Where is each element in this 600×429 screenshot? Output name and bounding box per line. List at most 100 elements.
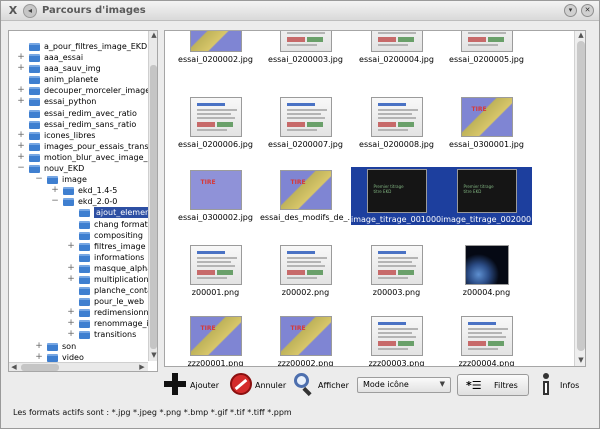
expand-icon[interactable]: + xyxy=(51,185,59,196)
thumbnail-item[interactable]: TIRE essai_des_modifs_de_... xyxy=(260,167,351,223)
show-button[interactable]: Afficher xyxy=(292,371,350,399)
tree-item[interactable]: essai_redim_avec_ratio xyxy=(9,108,147,119)
thumbnail-item[interactable]: Premier titrage titre EKD image_titrage_0… xyxy=(441,167,532,225)
close-icon[interactable]: ✕ xyxy=(581,4,594,17)
tree-item[interactable]: a_pour_filtres_image_EKD xyxy=(9,41,147,52)
scroll-left-icon[interactable]: ◀ xyxy=(9,363,19,371)
thumbnail-caption: essai_0200008.jpg xyxy=(359,140,434,149)
tree-item[interactable]: planche_contac xyxy=(9,285,156,296)
scroll-up-icon[interactable]: ▲ xyxy=(149,31,157,39)
image-browser-window: X ◂ Parcours d'images ▾ ✕ a_pour_filtres… xyxy=(0,0,600,429)
expand-icon[interactable]: + xyxy=(17,85,25,96)
tree-item[interactable]: − ekd_2.0-0 xyxy=(9,196,147,207)
tree-vertical-scrollbar[interactable]: ▲ ▼ xyxy=(148,31,157,361)
expand-icon[interactable]: + xyxy=(17,130,25,141)
tree-item[interactable]: + aaa_essai xyxy=(9,52,147,63)
thumbnail-item[interactable]: TIRE essai_0300002.jpg xyxy=(170,167,261,223)
collapse-icon[interactable]: − xyxy=(35,174,43,185)
expand-icon[interactable]: + xyxy=(17,96,25,107)
tree-item[interactable]: + multiplication_ir xyxy=(9,274,157,285)
expand-icon[interactable]: + xyxy=(35,352,43,363)
tree-item[interactable]: + masque_alpha_ xyxy=(9,263,156,274)
folder-icon xyxy=(47,353,58,362)
expand-icon[interactable]: + xyxy=(17,152,25,163)
tree-item[interactable]: ajout_elements xyxy=(9,207,157,219)
thumbnail-item[interactable]: essai_0200003.jpg xyxy=(260,31,351,65)
tree-item[interactable]: anim_planete xyxy=(9,74,147,85)
thumbnail-item[interactable]: z00004.png xyxy=(441,242,532,298)
expand-icon[interactable]: + xyxy=(67,307,75,318)
tree-item-label: anim_planete xyxy=(44,75,99,85)
thumbnail-item[interactable]: zzz00004.png xyxy=(441,313,532,366)
tree-item[interactable]: − nouv_EKD xyxy=(9,163,147,174)
collapse-icon[interactable]: − xyxy=(51,196,59,207)
folder-tree-list: a_pour_filtres_image_EKD + aaa_essai + aaa_s… xyxy=(9,41,157,371)
expand-icon[interactable]: + xyxy=(35,341,43,352)
tree-item[interactable]: + filtres_image xyxy=(9,241,147,252)
grid-vertical-scrollbar[interactable]: ▲ ▼ xyxy=(574,31,585,366)
thumbnail-item[interactable]: essai_0200006.jpg xyxy=(170,94,261,150)
folder-icon xyxy=(29,87,40,96)
view-mode-value: Mode icône xyxy=(363,380,409,389)
scroll-right-icon[interactable]: ▶ xyxy=(137,363,147,371)
tree-item[interactable]: + renommage_in xyxy=(9,318,154,329)
expand-icon[interactable]: + xyxy=(67,263,75,274)
tree-item[interactable]: + motion_blur_avec_image_m xyxy=(9,152,155,163)
thumbnail-item[interactable]: Premier titrage titre EKD image_titrage_0… xyxy=(351,167,442,225)
tree-item[interactable]: − image xyxy=(9,174,147,185)
expand-icon[interactable]: + xyxy=(67,241,75,252)
tree-item[interactable]: + aaa_sauv_img xyxy=(9,63,147,74)
tree-scroll-thumb[interactable] xyxy=(150,65,157,349)
thumbnail-overlay-text: TIRE xyxy=(471,106,487,113)
tree-item[interactable]: essai_redim_sans_ratio xyxy=(9,119,147,130)
thumbnail-item[interactable]: z00001.png xyxy=(170,242,261,298)
tree-item[interactable]: + ekd_1.4-5 xyxy=(9,185,147,196)
thumbnail-item[interactable]: z00003.png xyxy=(351,242,442,298)
thumbnail-item[interactable]: TIRE zzz00001.png xyxy=(170,313,261,366)
thumbnail-grid[interactable]: TIREessai_0200002.jpgessai_0200003.jpges… xyxy=(164,30,586,367)
tree-hscroll-thumb[interactable] xyxy=(21,364,59,371)
tree-item[interactable]: + transitions xyxy=(9,329,147,340)
scroll-down-icon[interactable]: ▼ xyxy=(149,351,157,359)
expand-icon[interactable]: + xyxy=(17,52,25,63)
add-button[interactable]: Ajouter xyxy=(164,371,222,399)
grid-scroll-thumb[interactable] xyxy=(577,41,585,351)
thumbnail-item[interactable]: essai_0200008.jpg xyxy=(351,94,442,150)
cancel-button[interactable]: Annuler xyxy=(230,371,290,399)
tree-horizontal-scrollbar[interactable]: ◀ ▶ xyxy=(9,362,148,371)
thumbnail-item[interactable]: zzz00003.png xyxy=(351,313,442,366)
tree-item[interactable]: + essai_python xyxy=(9,96,147,107)
thumbnail-item[interactable]: essai_0200007.jpg xyxy=(260,94,351,150)
thumbnail-item[interactable]: essai_0200005.jpg xyxy=(441,31,532,65)
thumbnail-item[interactable]: essai_0200004.jpg xyxy=(351,31,442,65)
expand-icon[interactable]: + xyxy=(17,141,25,152)
thumbnail-item[interactable]: TIRE zzz00002.png xyxy=(260,313,351,366)
expand-icon[interactable]: + xyxy=(67,329,75,340)
tree-item[interactable]: compositing xyxy=(9,230,147,241)
expand-icon[interactable]: + xyxy=(67,318,75,329)
minimize-icon[interactable]: ▾ xyxy=(564,4,577,17)
folder-icon xyxy=(79,220,90,229)
window-menu-icon[interactable]: ◂ xyxy=(23,4,37,18)
tree-item[interactable]: informations xyxy=(9,252,147,263)
thumbnail-item[interactable]: z00002.png xyxy=(260,242,351,298)
view-mode-select[interactable]: Mode icône ▼ xyxy=(357,377,451,393)
expand-icon[interactable]: + xyxy=(17,63,25,74)
expand-icon[interactable]: + xyxy=(67,274,75,285)
grid-scroll-up-icon[interactable]: ▲ xyxy=(576,31,585,39)
tree-item[interactable]: + images_pour_essais_transiti xyxy=(9,141,156,152)
grid-scroll-down-icon[interactable]: ▼ xyxy=(576,356,585,364)
thumbnail-image xyxy=(460,316,513,356)
tree-item[interactable]: + icones_libres xyxy=(9,130,147,141)
tree-item[interactable]: + son xyxy=(9,341,147,352)
tree-item[interactable]: pour_le_web xyxy=(9,296,147,307)
info-button[interactable]: Infos xyxy=(540,371,584,399)
tree-item[interactable]: + decouper_morceler_image xyxy=(9,85,150,96)
folder-tree[interactable]: a_pour_filtres_image_EKD + aaa_essai + aaa_s… xyxy=(8,30,158,372)
tree-item[interactable]: chang format d xyxy=(9,219,155,230)
tree-item[interactable]: + redimensionner xyxy=(9,307,157,318)
thumbnail-item[interactable]: TIRE essai_0200002.jpg xyxy=(170,31,261,65)
filters-button[interactable]: *☰ Filtres xyxy=(457,374,529,396)
collapse-icon[interactable]: − xyxy=(17,163,25,174)
thumbnail-item[interactable]: TIRE essai_0300001.jpg xyxy=(441,94,532,150)
